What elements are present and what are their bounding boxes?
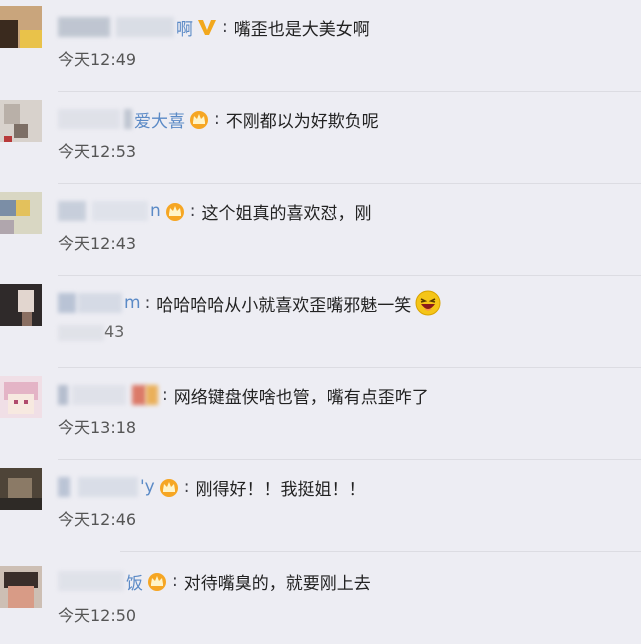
username[interactable]: 啊 bbox=[176, 15, 193, 40]
colon: : bbox=[214, 109, 220, 129]
blurred-username bbox=[58, 477, 70, 497]
blurred-badge bbox=[146, 385, 158, 405]
blurred-username bbox=[58, 293, 76, 313]
colon: : bbox=[144, 293, 151, 313]
blurred-username bbox=[92, 201, 148, 221]
comment-text: 这个姐真的喜欢怼，刚 bbox=[201, 203, 372, 224]
crown-badge-icon bbox=[188, 109, 210, 129]
blurred-username bbox=[78, 477, 138, 497]
comment-time: 43 bbox=[58, 322, 124, 341]
comment-time: 今天12:49 bbox=[58, 50, 137, 69]
colon: : bbox=[222, 17, 228, 37]
username[interactable]: n bbox=[150, 201, 161, 221]
avatar[interactable] bbox=[0, 6, 42, 48]
username[interactable]: 'y bbox=[140, 477, 155, 497]
comment-time: 今天12:50 bbox=[58, 606, 137, 625]
crown-badge-icon bbox=[164, 201, 186, 221]
comment-text: 哈哈哈哈从小就喜欢歪嘴邪魅一笑 bbox=[156, 295, 412, 316]
comment-time: 今天12:46 bbox=[58, 510, 137, 529]
comment-time: 今天12:53 bbox=[58, 142, 137, 161]
comment-text: 嘴歪也是大美女啊 bbox=[233, 19, 370, 40]
blurred-username bbox=[72, 385, 126, 405]
comment-item: : 网络键盘侠啥也管，嘴有点歪咋了 今天13:18 bbox=[0, 368, 641, 460]
blurred-username bbox=[58, 109, 120, 129]
blurred-username bbox=[58, 385, 68, 405]
colon: : bbox=[172, 571, 178, 591]
username[interactable]: m bbox=[124, 293, 141, 313]
comment-item: 'y : 刚得好！！我挺姐！！ 今天12:46 bbox=[0, 460, 641, 552]
comment-time: 今天12:43 bbox=[58, 234, 137, 253]
avatar[interactable] bbox=[0, 468, 42, 510]
comment-time: 今天13:18 bbox=[58, 418, 137, 437]
comment-time-visible: 43 bbox=[104, 322, 125, 341]
colon: : bbox=[162, 385, 168, 405]
colon: : bbox=[183, 477, 190, 497]
avatar[interactable] bbox=[0, 192, 42, 234]
avatar[interactable] bbox=[0, 100, 42, 142]
comment-item: 饭 : 对待嘴臭的，就要刚上去 今天12:50 bbox=[0, 552, 641, 644]
avatar[interactable] bbox=[0, 284, 42, 326]
avatar[interactable] bbox=[0, 376, 42, 418]
comment-text: 不刚都以为好欺负呢 bbox=[225, 111, 379, 132]
comment-item: m : 哈哈哈哈从小就喜欢歪嘴邪魅一笑 43 bbox=[0, 276, 641, 368]
blurred-username bbox=[116, 17, 174, 37]
username[interactable]: 饭 bbox=[126, 569, 143, 594]
blurred-username bbox=[58, 201, 86, 221]
comment-text: 对待嘴臭的，就要刚上去 bbox=[183, 573, 371, 594]
blurred-username bbox=[124, 109, 132, 129]
verified-badge-icon bbox=[196, 17, 218, 37]
comment-item: 啊 : 嘴歪也是大美女啊 今天12:49 bbox=[0, 0, 641, 92]
avatar[interactable] bbox=[0, 566, 42, 608]
comment-item: 爱大喜 : 不刚都以为好欺负呢 今天12:53 bbox=[0, 92, 641, 184]
comment-item: n : 这个姐真的喜欢怼，刚 今天12:43 bbox=[0, 184, 641, 276]
blurred-username bbox=[58, 571, 124, 591]
blurred-time bbox=[58, 324, 104, 341]
blurred-badge bbox=[132, 385, 146, 405]
crown-badge-icon bbox=[158, 477, 180, 497]
laughing-emoji-icon bbox=[415, 290, 441, 316]
comment-text: 网络键盘侠啥也管，嘴有点歪咋了 bbox=[173, 387, 429, 408]
colon: : bbox=[189, 201, 196, 221]
blurred-username bbox=[58, 17, 110, 37]
comment-text: 刚得好！！我挺姐！！ bbox=[195, 479, 366, 500]
username[interactable]: 爱大喜 bbox=[134, 107, 185, 132]
crown-badge-icon bbox=[146, 571, 168, 591]
blurred-username bbox=[78, 293, 122, 313]
